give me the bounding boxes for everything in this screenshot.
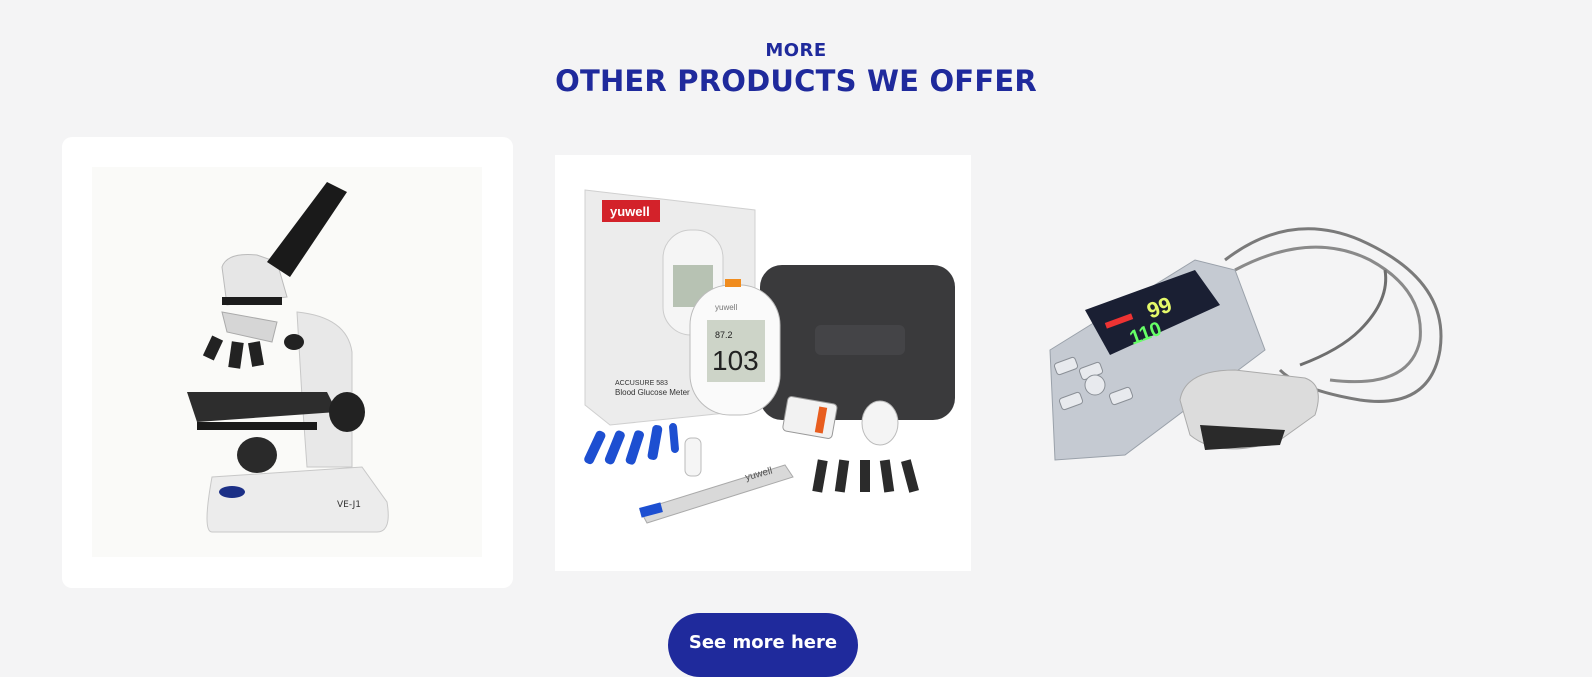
box-model-text: ACCUSURE 583 bbox=[615, 380, 668, 387]
see-more-button[interactable]: See more here bbox=[668, 613, 858, 677]
meter-brand-label: yuwell bbox=[715, 303, 737, 312]
box-product-text: Blood Glucose Meter bbox=[615, 388, 690, 397]
section-eyebrow: MORE bbox=[765, 40, 827, 61]
product-card-microscope[interactable]: VE-J1 bbox=[62, 137, 513, 588]
box-brand-label: yuwell bbox=[610, 204, 650, 219]
product-card-pulse-oximeter[interactable]: 99 110 bbox=[1030, 200, 1450, 500]
meter-small-reading: 87.2 bbox=[715, 330, 733, 340]
pulse-oximeter-image: 99 110 bbox=[1049, 227, 1443, 461]
microscope-model-label: VE-J1 bbox=[337, 500, 361, 510]
meter-reading: 103 bbox=[712, 345, 759, 376]
section-title: OTHER PRODUCTS WE OFFER bbox=[555, 64, 1037, 98]
microscope-image: VE-J1 bbox=[92, 167, 482, 557]
product-card-glucose-meter[interactable]: yuwell ACCUSURE 583 Blood Glucose Meter … bbox=[555, 155, 971, 571]
glucose-meter-image: yuwell ACCUSURE 583 Blood Glucose Meter … bbox=[555, 155, 971, 571]
